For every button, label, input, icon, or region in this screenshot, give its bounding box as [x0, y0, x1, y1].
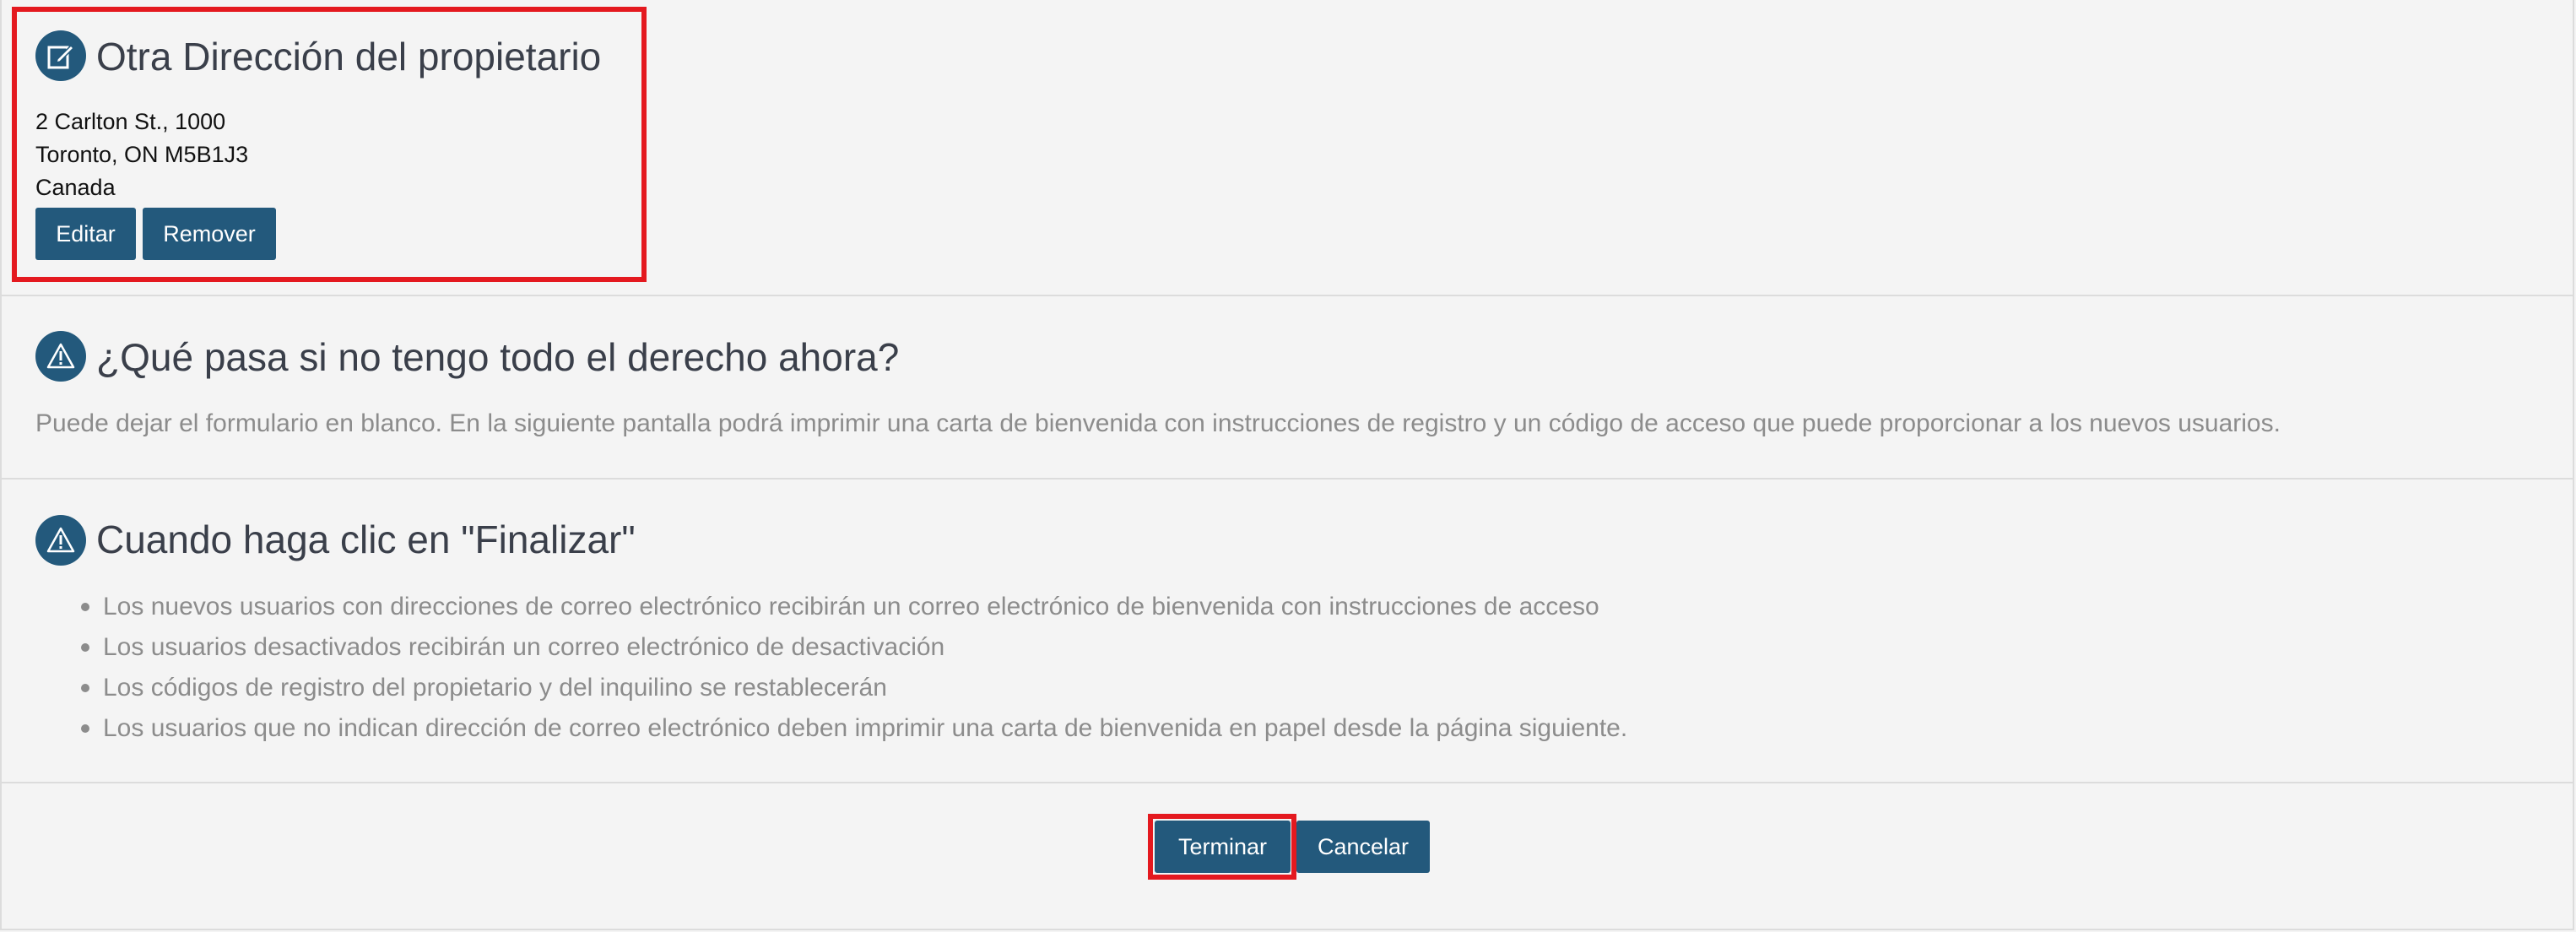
address-line-2: Toronto, ON M5B1J3 — [35, 142, 249, 167]
section-divider — [2, 782, 2573, 783]
section-divider — [2, 295, 2573, 296]
list-item: Los usuarios desactivados recibirán un c… — [103, 633, 945, 661]
bullet-dot — [81, 684, 89, 692]
list-item: Los usuarios que no indican dirección de… — [103, 714, 1628, 742]
cancel-button[interactable]: Cancelar — [1296, 821, 1430, 873]
bullet-dot — [81, 643, 89, 652]
info-section-text: Puede dejar el formulario en blanco. En … — [35, 409, 2281, 437]
page-container: Otra Dirección del propietario 2 Carlton… — [0, 0, 2574, 930]
finish-section-title: Cuando haga clic en "Finalizar" — [96, 517, 636, 561]
edit-icon — [35, 30, 86, 81]
edit-button[interactable]: Editar — [35, 208, 136, 260]
warning-icon — [35, 515, 86, 566]
warning-icon — [35, 331, 86, 382]
list-item: Los códigos de registro del propietario … — [103, 674, 887, 702]
finish-button[interactable]: Terminar — [1155, 821, 1291, 873]
address-line-3: Canada — [35, 175, 116, 200]
bullet-dot — [81, 724, 89, 733]
bullet-dot — [81, 603, 89, 611]
address-line-1: 2 Carlton St., 1000 — [35, 109, 226, 134]
info-section-title: ¿Qué pasa si no tengo todo el derecho ah… — [96, 335, 900, 379]
section-divider — [2, 478, 2573, 480]
remove-button[interactable]: Remover — [143, 208, 276, 260]
owner-address-title: Otra Dirección del propietario — [96, 35, 602, 79]
list-item: Los nuevos usuarios con direcciones de c… — [103, 593, 1599, 620]
